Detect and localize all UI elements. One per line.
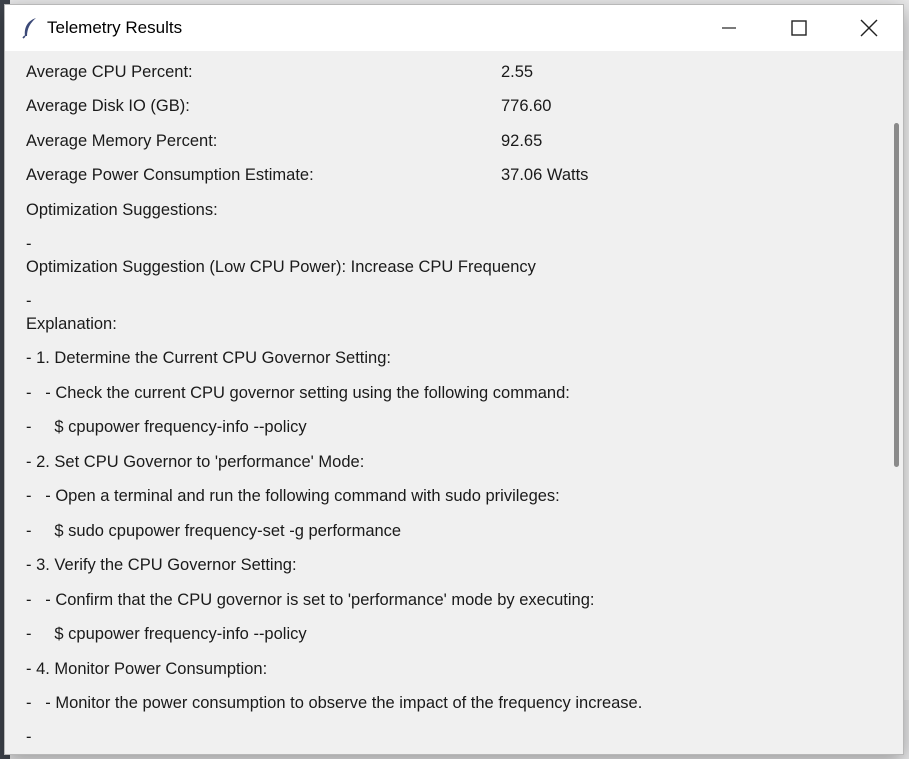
feather-icon xyxy=(21,17,39,39)
metric-label-power: Average Power Consumption Estimate: xyxy=(26,166,314,184)
suggestions-heading: Optimization Suggestions: xyxy=(26,201,218,219)
maximize-icon xyxy=(791,20,807,36)
suggestion-line: - 2. Set CPU Governor to 'performance' M… xyxy=(26,453,365,471)
metric-label-cpu: Average CPU Percent: xyxy=(26,63,193,81)
suggestion-line: - $ cpupower frequency-info --policy xyxy=(26,625,307,643)
suggestion-line: - 4. Monitor Power Consumption: xyxy=(26,660,268,678)
maximize-button[interactable] xyxy=(765,5,833,51)
suggestion-line: Optimization Suggestion (Low CPU Power):… xyxy=(26,258,536,276)
metric-value-cpu: 2.55 xyxy=(501,63,534,81)
vertical-scrollbar[interactable] xyxy=(894,123,899,467)
window-title: Telemetry Results xyxy=(47,18,183,37)
suggestion-line: - $ sudo cpupower frequency-set -g perfo… xyxy=(26,522,402,540)
metric-value-memory: 92.65 xyxy=(501,132,543,150)
close-icon xyxy=(860,19,878,37)
suggestion-line: - xyxy=(26,235,32,253)
results-content: Average CPU Percent: 2.55 Average Disk I… xyxy=(5,51,903,754)
close-button[interactable] xyxy=(835,5,903,51)
minimize-icon xyxy=(722,27,736,29)
suggestion-line: - 1. Determine the Current CPU Governor … xyxy=(26,349,391,367)
suggestion-line: - - Monitor the power consumption to obs… xyxy=(26,694,643,712)
suggestion-line: - xyxy=(26,292,32,310)
suggestion-line: - - Confirm that the CPU governor is set… xyxy=(26,591,595,609)
suggestion-line: - 3. Verify the CPU Governor Setting: xyxy=(26,556,297,574)
metric-label-memory: Average Memory Percent: xyxy=(26,132,218,150)
suggestion-line: - - Open a terminal and run the followin… xyxy=(26,487,560,505)
suggestion-line: - - Check the current CPU governor setti… xyxy=(26,384,570,402)
minimize-button[interactable] xyxy=(695,5,763,51)
suggestion-line: Explanation: xyxy=(26,315,117,333)
suggestion-line: - $ cpupower frequency-info --policy xyxy=(26,418,307,436)
suggestion-line: - xyxy=(26,728,32,746)
metric-value-power: 37.06 Watts xyxy=(501,166,589,184)
metric-value-disk-io: 776.60 xyxy=(501,97,552,115)
telemetry-results-window: Telemetry Results Average CPU Percent: 2… xyxy=(4,4,904,755)
title-bar[interactable]: Telemetry Results xyxy=(5,5,903,51)
metric-label-disk-io: Average Disk IO (GB): xyxy=(26,97,190,115)
